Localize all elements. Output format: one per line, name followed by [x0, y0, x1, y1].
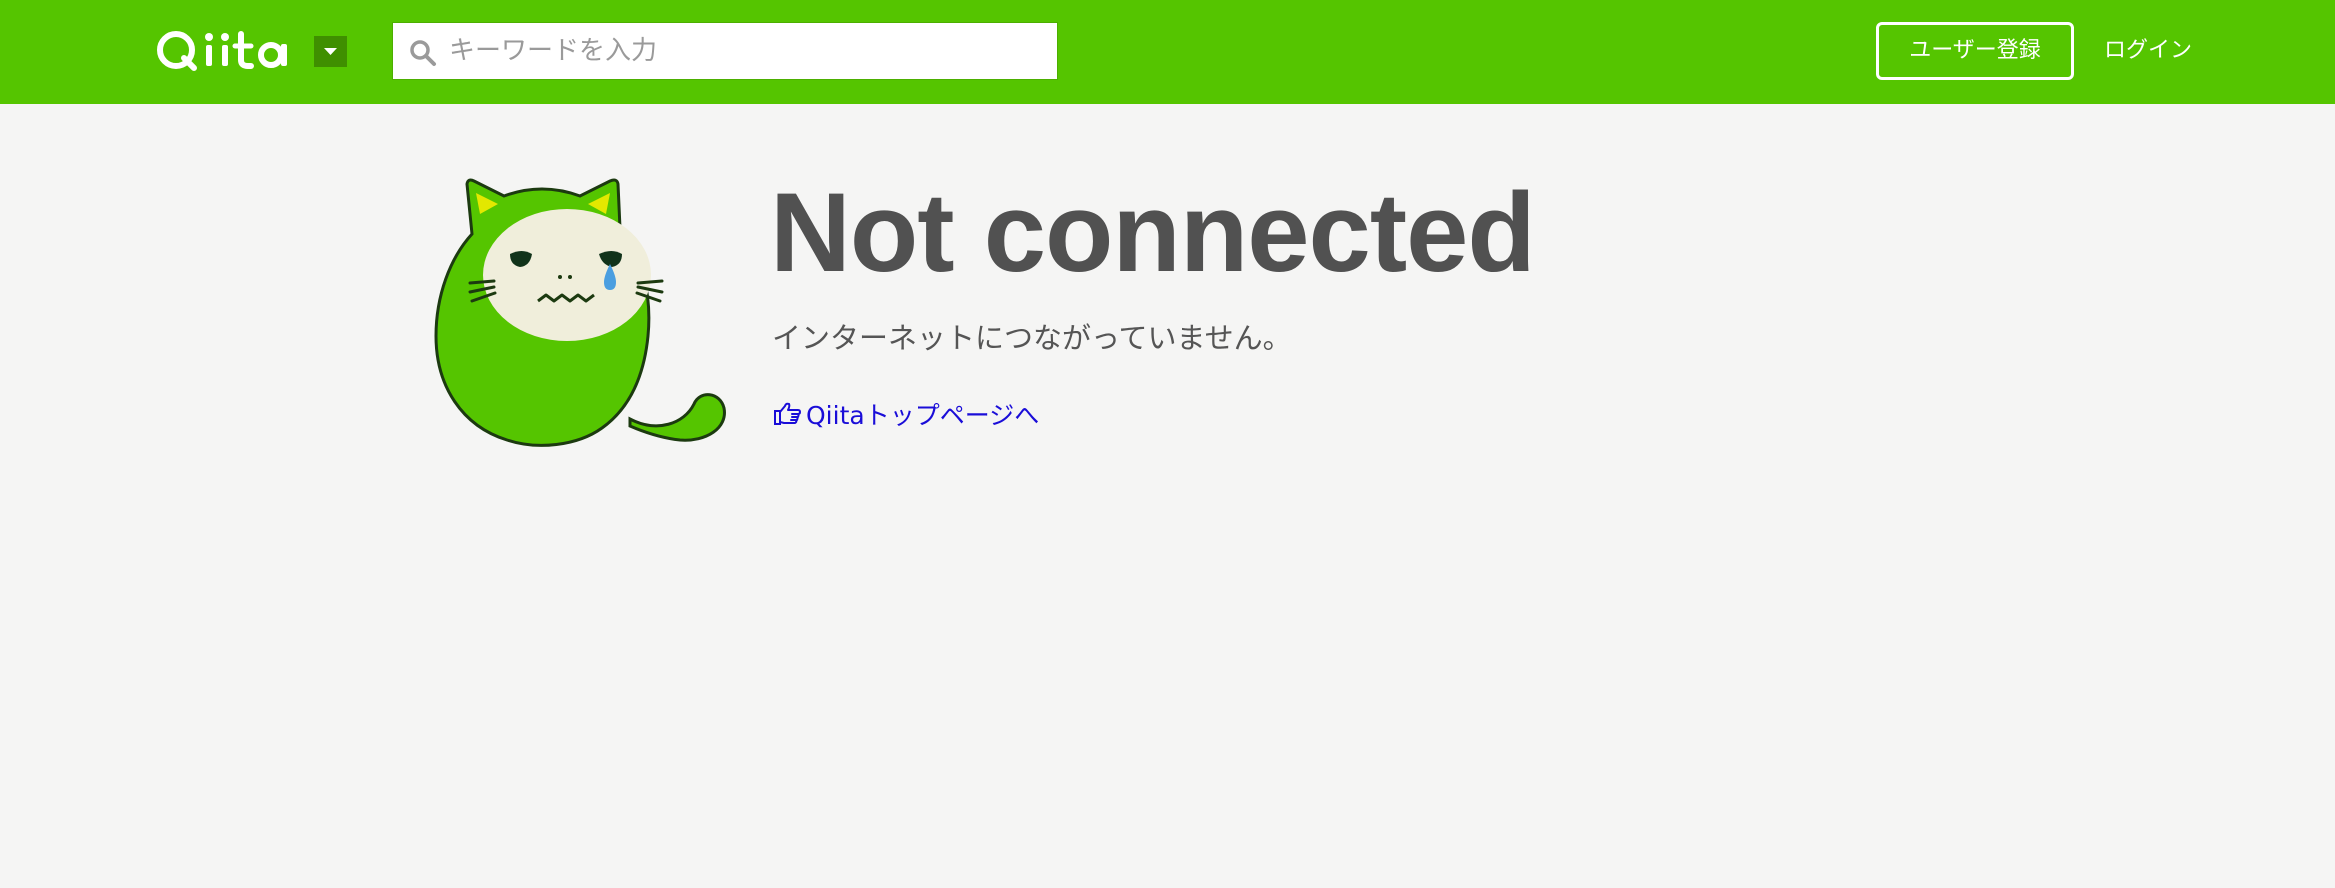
logo-dropdown-button[interactable] — [314, 36, 347, 67]
error-title: Not connected — [770, 170, 1536, 295]
qiita-top-page-link[interactable]: Qiitaトップページへ — [772, 394, 1039, 434]
search-box — [392, 22, 1058, 80]
error-message: インターネットにつながっていません。 — [772, 321, 1292, 355]
top-navbar: ユーザー登録 ログイン — [0, 0, 2335, 104]
search-icon[interactable] — [409, 39, 437, 67]
signup-button[interactable]: ユーザー登録 — [1876, 22, 2074, 80]
pointing-hand-icon — [772, 401, 802, 427]
crying-cat-mascot — [432, 176, 730, 452]
caret-down-icon — [324, 48, 337, 55]
search-input[interactable] — [449, 27, 1039, 75]
login-link[interactable]: ログイン — [2104, 22, 2192, 80]
qiita-top-page-link-label: Qiitaトップページへ — [806, 401, 1040, 430]
qiita-logo[interactable] — [154, 24, 294, 74]
